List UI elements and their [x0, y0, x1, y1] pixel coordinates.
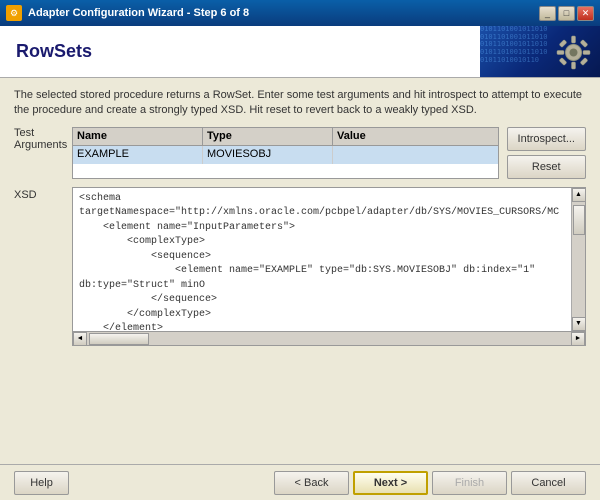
gear-icon-large — [551, 30, 596, 75]
col-name: Name — [73, 128, 203, 145]
header-decoration: 0101101001011010010110100101101001011010… — [480, 26, 600, 78]
h-scroll-track[interactable] — [87, 332, 571, 345]
cancel-button[interactable]: Cancel — [511, 471, 586, 495]
scroll-down-arrow[interactable]: ▼ — [572, 317, 586, 331]
scroll-thumb[interactable] — [573, 205, 585, 235]
app-icon: ⚙ — [6, 5, 22, 21]
title-bar: ⚙ Adapter Configuration Wizard - Step 6 … — [0, 0, 600, 26]
back-button[interactable]: < Back — [274, 471, 349, 495]
window-controls[interactable]: _ □ ✕ — [539, 6, 594, 21]
scroll-right-arrow[interactable]: ► — [571, 332, 585, 346]
horizontal-scrollbar[interactable]: ◄ ► — [72, 332, 586, 346]
description-text: The selected stored procedure returns a … — [14, 88, 586, 119]
xsd-label: XSD — [14, 187, 64, 201]
matrix-overlay: 0101101001011010010110100101101001011010… — [480, 26, 550, 78]
scroll-up-arrow[interactable]: ▲ — [572, 188, 586, 202]
test-arguments-label2: Arguments — [14, 139, 64, 151]
xsd-section: XSD <schema targetNamespace="http://xmln… — [14, 187, 586, 346]
table-row[interactable]: EXAMPLE MOVIESOBJ — [73, 146, 498, 164]
minimize-button[interactable]: _ — [539, 6, 556, 21]
cell-name: EXAMPLE — [73, 146, 203, 164]
test-arguments-table: Name Type Value EXAMPLE MOVIESOBJ — [72, 127, 499, 179]
table-header: Name Type Value — [73, 128, 498, 146]
action-buttons: Introspect... Reset — [507, 127, 586, 179]
title-bar-text: Adapter Configuration Wizard - Step 6 of… — [28, 7, 533, 19]
cell-value[interactable] — [333, 146, 498, 164]
introspect-button[interactable]: Introspect... — [507, 127, 586, 151]
help-button[interactable]: Help — [14, 471, 69, 495]
scroll-track[interactable] — [572, 202, 586, 317]
vertical-scrollbar[interactable]: ▲ ▼ — [571, 188, 585, 331]
maximize-button[interactable]: □ — [558, 6, 575, 21]
bottom-bar: Help < Back Next > Finish Cancel — [0, 464, 600, 500]
close-button[interactable]: ✕ — [577, 6, 594, 21]
test-arguments-label: Test — [14, 127, 64, 139]
navigation-buttons: < Back Next > Finish Cancel — [274, 471, 586, 495]
finish-button[interactable]: Finish — [432, 471, 507, 495]
xsd-container[interactable]: <schema targetNamespace="http://xmlns.or… — [72, 187, 586, 332]
cell-type: MOVIESOBJ — [203, 146, 333, 164]
test-arguments-section: Test Arguments Name Type Value EXAMPLE M… — [14, 127, 586, 179]
h-scroll-thumb[interactable] — [89, 333, 149, 345]
main-content: The selected stored procedure returns a … — [0, 78, 600, 464]
reset-button[interactable]: Reset — [507, 155, 586, 179]
scroll-left-arrow[interactable]: ◄ — [73, 332, 87, 346]
page-title: RowSets — [16, 41, 92, 62]
col-value: Value — [333, 128, 498, 145]
col-type: Type — [203, 128, 333, 145]
xsd-content: <schema targetNamespace="http://xmlns.or… — [73, 188, 571, 331]
header-area: RowSets 01011010010110100101101001011010… — [0, 26, 600, 78]
next-button[interactable]: Next > — [353, 471, 428, 495]
